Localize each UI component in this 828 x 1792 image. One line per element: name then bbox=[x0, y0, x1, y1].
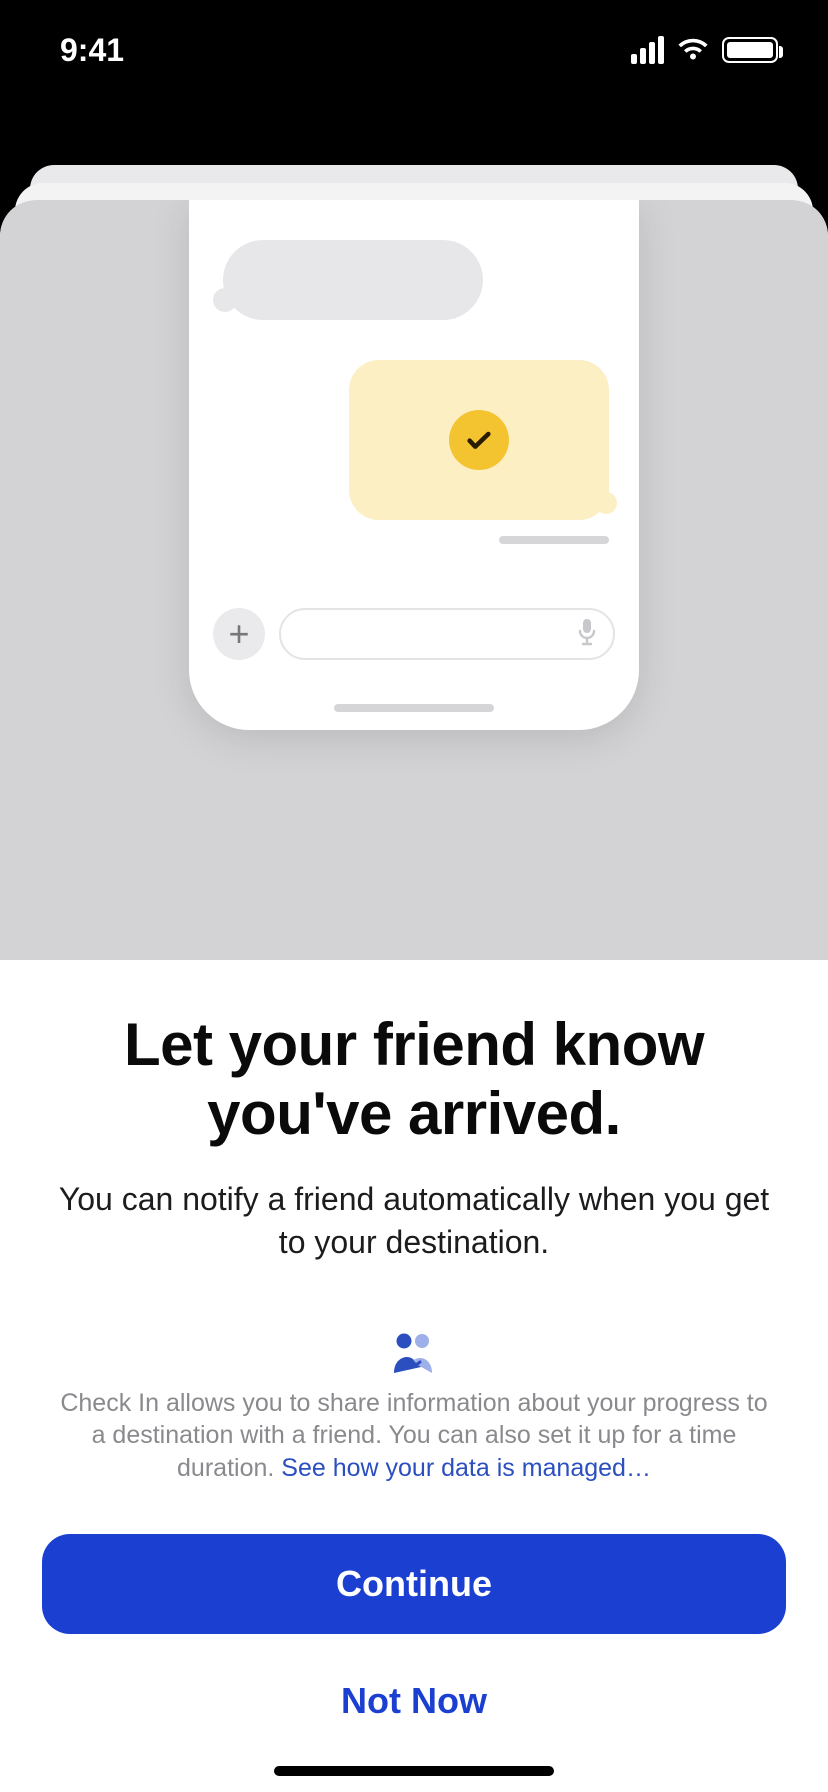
message-input-row: + bbox=[213, 608, 615, 660]
checkin-message-bubble bbox=[349, 360, 609, 520]
message-text-field bbox=[279, 608, 615, 660]
cellular-signal-icon bbox=[631, 36, 664, 64]
content-section: Let your friend know you've arrived. You… bbox=[0, 960, 828, 1792]
status-indicators bbox=[631, 36, 778, 64]
home-indicator bbox=[274, 1766, 554, 1776]
microphone-icon bbox=[575, 617, 599, 652]
friends-handshake-icon bbox=[42, 1331, 786, 1375]
status-bar: 9:41 bbox=[0, 0, 828, 100]
privacy-info-block: Check In allows you to share information… bbox=[42, 1331, 786, 1485]
not-now-button[interactable]: Not Now bbox=[42, 1670, 786, 1752]
illustration-area: + bbox=[0, 200, 828, 960]
wifi-icon bbox=[676, 38, 710, 62]
plus-icon: + bbox=[213, 608, 265, 660]
mock-home-indicator bbox=[334, 704, 494, 712]
status-time: 9:41 bbox=[60, 32, 124, 69]
data-management-link[interactable]: See how your data is managed… bbox=[281, 1454, 651, 1482]
checkmark-icon bbox=[449, 410, 509, 470]
incoming-message-bubble bbox=[223, 240, 483, 320]
messages-mockup: + bbox=[189, 200, 639, 730]
continue-button[interactable]: Continue bbox=[42, 1534, 786, 1634]
privacy-info-text: Check In allows you to share information… bbox=[42, 1387, 786, 1485]
onboarding-sheet: + Let your friend know you've arrived. Y… bbox=[0, 200, 828, 1792]
page-title: Let your friend know you've arrived. bbox=[42, 1010, 786, 1148]
delivered-indicator bbox=[499, 536, 609, 544]
page-subtitle: You can notify a friend automatically wh… bbox=[42, 1178, 786, 1264]
battery-icon bbox=[722, 37, 778, 63]
